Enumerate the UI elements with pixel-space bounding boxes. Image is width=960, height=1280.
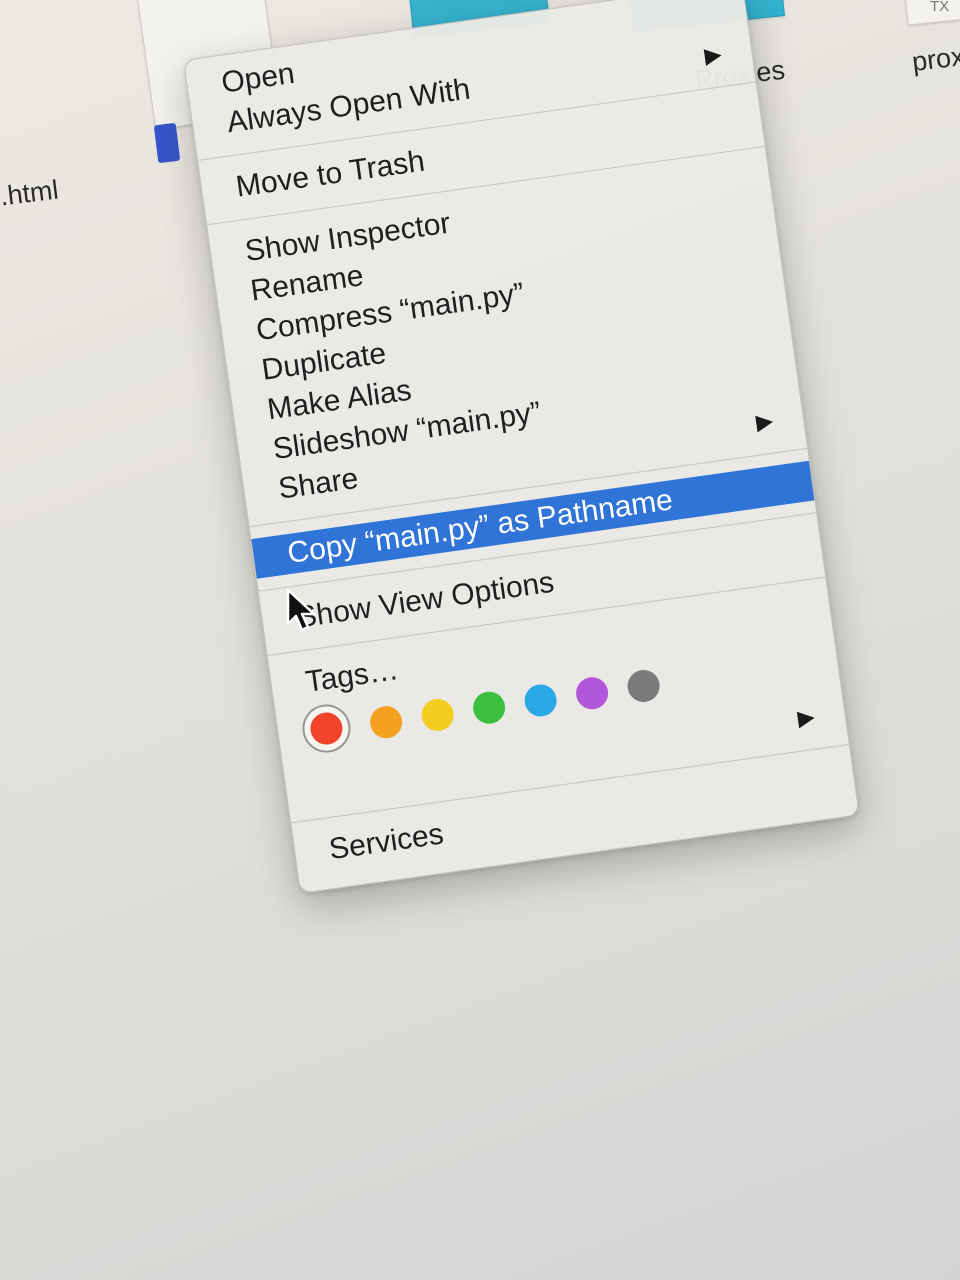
tag-purple-button[interactable] [574, 675, 611, 712]
menu-item-label: Services [327, 817, 446, 867]
file-type-tag: TX [930, 0, 950, 15]
menu-item-label: Show View Options [294, 565, 557, 635]
context-menu: Open Always Open With ▶ Move to Trash Sh… [183, 0, 860, 894]
tag-gray-button[interactable] [625, 667, 662, 705]
mouse-pointer-icon [286, 588, 316, 632]
tag-yellow-button[interactable] [419, 696, 456, 734]
tag-green-button[interactable] [471, 689, 508, 726]
submenu-arrow-icon: ▶ [754, 407, 775, 435]
file-badge-icon [153, 122, 181, 164]
tag-orange-button[interactable] [368, 704, 405, 741]
menu-item-label: Move to Trash [233, 144, 427, 204]
tag-blue-button[interactable] [522, 682, 559, 719]
file-name-html[interactable]: .html [0, 175, 60, 213]
file-name-prox[interactable]: prox [910, 41, 960, 78]
submenu-arrow-icon: ▶ [702, 41, 724, 69]
menu-item-label: Share [276, 461, 361, 506]
tag-red-button[interactable] [299, 701, 354, 756]
menu-item-label: Open [219, 56, 297, 100]
tag-red-dot [308, 710, 345, 747]
submenu-arrow-icon: ▶ [795, 703, 817, 731]
